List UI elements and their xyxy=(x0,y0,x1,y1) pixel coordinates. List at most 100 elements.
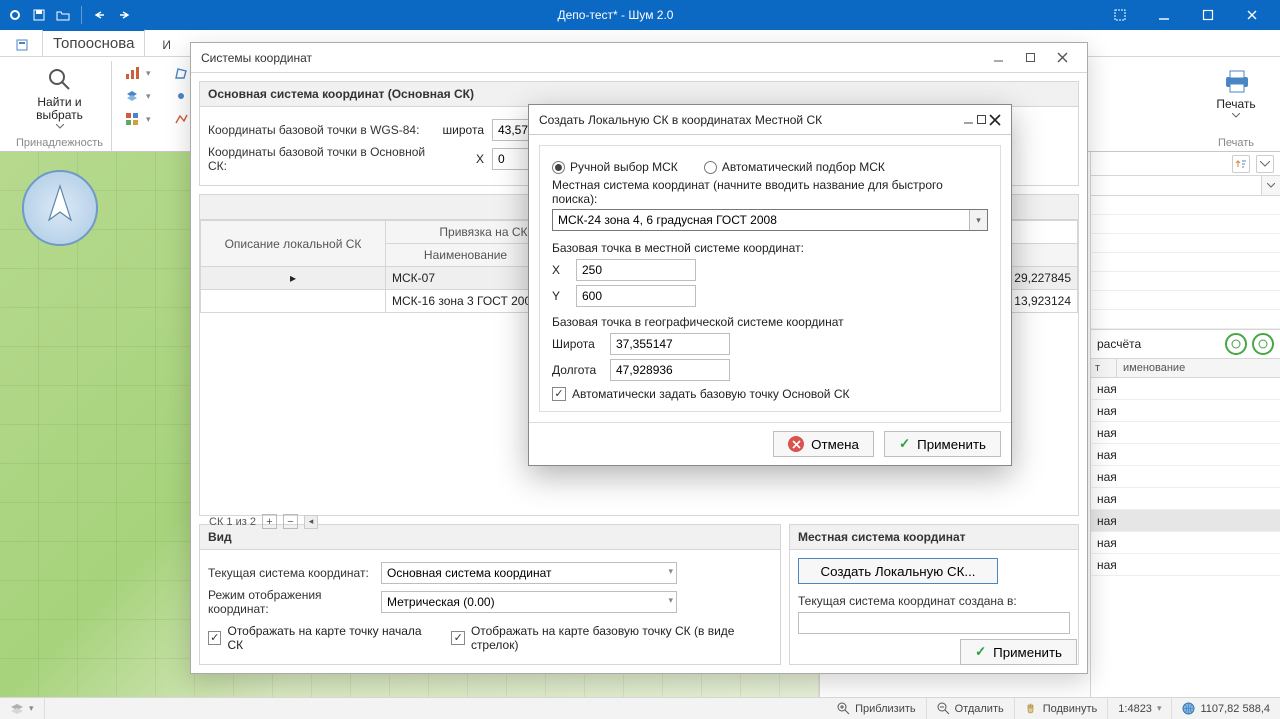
dropdown-icon[interactable] xyxy=(1256,155,1274,173)
x-label: X xyxy=(434,152,484,166)
modal-titlebar[interactable]: Создать Локальную СК в координатах Местн… xyxy=(529,105,1011,135)
list-item[interactable]: ная xyxy=(1091,378,1280,400)
chevron-down-icon[interactable]: ▾ xyxy=(668,595,673,606)
print-label: Печать xyxy=(1216,97,1255,111)
title-bar: Депо-тест* - Шум 2.0 xyxy=(0,0,1280,30)
maximize-icon[interactable] xyxy=(1186,0,1230,30)
check-icon: ✓ xyxy=(975,644,986,660)
add-row-button[interactable]: + xyxy=(262,514,277,529)
quick-access-toolbar xyxy=(6,6,133,24)
find-select-label: Найти и выбрать xyxy=(36,96,83,122)
dlg-close-icon[interactable] xyxy=(1047,47,1077,69)
col-name: именование xyxy=(1117,359,1280,377)
mode-select[interactable] xyxy=(381,591,677,613)
cur-cs-select[interactable] xyxy=(381,562,677,584)
cb-auto-base-label: Автоматически задать базовую точку Основ… xyxy=(572,387,850,401)
apply-button[interactable]: ✓ Применить xyxy=(884,431,1001,457)
right-panel: расчёта т именование ная ная ная ная ная… xyxy=(1090,152,1280,697)
close-icon[interactable] xyxy=(1230,0,1274,30)
list-item[interactable]: ная xyxy=(1091,422,1280,444)
chevron-down-icon[interactable]: ▾ xyxy=(969,210,987,230)
dlg-minimize-icon[interactable] xyxy=(983,47,1013,69)
checkbox-icon xyxy=(451,631,464,645)
app-menu-icon[interactable] xyxy=(6,6,24,24)
lat-label: широта xyxy=(434,123,484,137)
cb-show-base[interactable]: Отображать на карте базовую точку СК (в … xyxy=(451,624,772,652)
msk-combobox[interactable] xyxy=(552,209,988,231)
ribbon-group-print: Печать Печать xyxy=(1200,61,1272,151)
dropdown-toggle-icon[interactable] xyxy=(1262,176,1280,195)
undo-icon[interactable] xyxy=(91,6,109,24)
chevron-down-icon[interactable]: ▾ xyxy=(668,566,673,577)
title-app: Шум 2.0 xyxy=(628,8,673,22)
radio-auto[interactable]: Автоматический подбор МСК xyxy=(704,160,885,174)
globe-icon xyxy=(1182,702,1195,715)
zoom-in-button[interactable]: Приблизить xyxy=(827,698,927,719)
cancel-button[interactable]: Отмена xyxy=(773,431,874,457)
pan-button[interactable]: Подвинуть xyxy=(1015,698,1109,719)
y-input[interactable] xyxy=(576,285,696,307)
layers-tool-icon[interactable]: ▾ xyxy=(120,87,155,105)
col-name: Наименование xyxy=(386,244,546,267)
redo-icon[interactable] xyxy=(115,6,133,24)
coord-dialog-title: Системы координат xyxy=(201,51,983,65)
view-groupbox: Вид Текущая система координат: ▾ Режим о… xyxy=(199,524,781,665)
dlg-apply-button[interactable]: ✓ Применить xyxy=(960,639,1077,665)
palette-tool-icon[interactable]: ▾ xyxy=(120,110,155,128)
ribbon-filetab-icon[interactable] xyxy=(8,33,36,56)
ribbon-tab-next[interactable]: И xyxy=(151,33,182,56)
coords-display: 1107,82 588,4 xyxy=(1172,698,1280,719)
x-input[interactable] xyxy=(576,259,696,281)
rightpane-toolbar xyxy=(1091,152,1280,176)
compass-icon[interactable] xyxy=(22,170,98,246)
zoom-out-button[interactable]: Отдалить xyxy=(927,698,1015,719)
base-geo-label: Базовая точка в географической системе к… xyxy=(552,315,988,329)
modal-title: Создать Локальную СК в координатах Местн… xyxy=(539,113,963,127)
list-item[interactable]: ная xyxy=(1091,466,1280,488)
cb-auto-base[interactable]: Автоматически задать базовую точку Основ… xyxy=(552,387,988,401)
calc-header-label: расчёта xyxy=(1097,337,1141,351)
modal-close-icon[interactable] xyxy=(989,114,1001,126)
chart-tool-icon[interactable]: ▾ xyxy=(120,64,155,82)
rightpane-grid[interactable] xyxy=(1091,196,1280,330)
modal-maximize-icon[interactable] xyxy=(976,114,987,126)
cb-show-origin[interactable]: Отображать на карте точку начала СК xyxy=(208,624,431,652)
radio-manual[interactable]: Ручной выбор МСК xyxy=(552,160,678,174)
minimize-icon[interactable] xyxy=(1142,0,1186,30)
polygon-icon xyxy=(173,65,189,81)
scroll-left-icon[interactable]: ◂ xyxy=(304,515,318,529)
list-item[interactable]: ная xyxy=(1091,532,1280,554)
coord-dialog-titlebar[interactable]: Системы координат xyxy=(191,43,1087,73)
list-item[interactable]: ная xyxy=(1091,400,1280,422)
list-item[interactable]: ная xyxy=(1091,510,1280,532)
pan-label: Подвинуть xyxy=(1043,703,1098,715)
lng-output xyxy=(610,359,730,381)
layer-green-icon[interactable] xyxy=(1225,333,1247,355)
y-label: Y xyxy=(552,289,566,303)
create-local-cs-button[interactable]: Создать Локальную СК... xyxy=(798,558,998,584)
ribbon-collapse-icon[interactable] xyxy=(1098,0,1142,30)
sort-asc-icon[interactable] xyxy=(1232,155,1250,173)
scale-display[interactable]: 1:4823▾ xyxy=(1108,698,1172,719)
status-left[interactable]: ▾ xyxy=(0,698,45,719)
page-label: СК 1 из 2 xyxy=(209,516,256,528)
list-item[interactable]: ная xyxy=(1091,488,1280,510)
layer-green2-icon[interactable] xyxy=(1252,333,1274,355)
modal-minimize-icon[interactable] xyxy=(963,114,974,126)
title-doc: Депо-тест* xyxy=(558,8,618,22)
chevron-down-icon xyxy=(1232,113,1240,118)
ribbon-tab-topo[interactable]: Топооснова xyxy=(42,29,145,56)
list-item[interactable]: ная xyxy=(1091,554,1280,576)
zoom-in-label: Приблизить xyxy=(855,703,916,715)
print-button[interactable]: Печать xyxy=(1210,63,1261,122)
remove-row-button[interactable]: − xyxy=(283,514,298,529)
x-label: X xyxy=(552,263,566,277)
col-desc: Описание локальной СК xyxy=(201,221,386,267)
find-select-button[interactable]: Найти и выбрать xyxy=(30,62,89,133)
radio-icon xyxy=(704,161,717,174)
list-item[interactable]: ная xyxy=(1091,444,1280,466)
dlg-apply-label: Применить xyxy=(993,645,1062,660)
open-icon[interactable] xyxy=(54,6,72,24)
dlg-maximize-icon[interactable] xyxy=(1015,47,1045,69)
save-icon[interactable] xyxy=(30,6,48,24)
